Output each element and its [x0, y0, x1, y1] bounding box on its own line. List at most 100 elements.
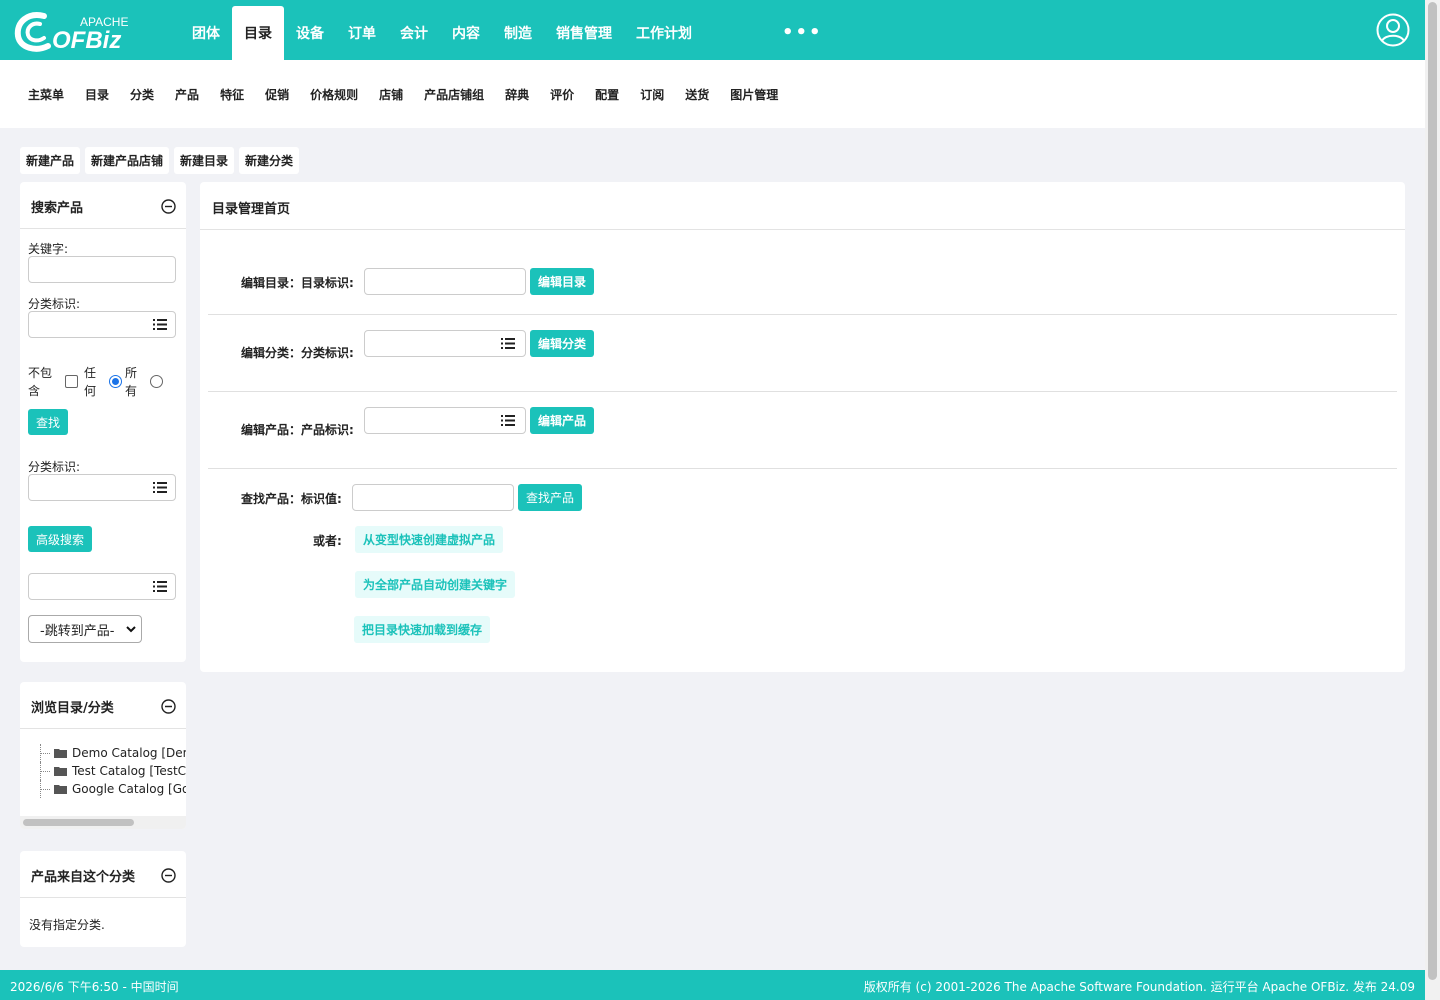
- lookup-list-icon[interactable]: [153, 580, 167, 593]
- jump-to-product-select[interactable]: -跳转到产品-: [28, 615, 142, 643]
- sub-nav-item[interactable]: 目录: [85, 86, 109, 103]
- all-radio[interactable]: [150, 375, 163, 388]
- more-menu-icon[interactable]: •••: [782, 22, 823, 43]
- find-product-button[interactable]: 查找产品: [518, 484, 583, 511]
- category-label: 分类标识:: [28, 297, 81, 311]
- scrollbar-thumb[interactable]: [23, 819, 134, 826]
- collapse-icon[interactable]: [161, 199, 176, 214]
- action-button[interactable]: 新建分类: [239, 147, 300, 174]
- or-label: 或者:: [313, 534, 342, 548]
- edit-product-button[interactable]: 编辑产品: [530, 407, 595, 434]
- scrollbar-thumb[interactable]: [1428, 2, 1437, 980]
- panel-title: 产品来自这个分类: [31, 870, 136, 885]
- tree-item-label[interactable]: Test Catalog [TestCatalog]: [72, 764, 186, 778]
- find-button[interactable]: 查找: [28, 409, 69, 435]
- sub-nav-item[interactable]: 促销: [265, 86, 289, 103]
- tree-connector: [26, 762, 54, 780]
- sub-nav-item[interactable]: 主菜单: [28, 86, 64, 103]
- nav-item[interactable]: 内容: [440, 6, 492, 60]
- action-button[interactable]: 新建目录: [174, 147, 235, 174]
- nav-item[interactable]: 工作计划: [624, 6, 704, 60]
- horizontal-scrollbar[interactable]: [20, 816, 186, 829]
- folder-icon: [54, 767, 67, 776]
- nav-item[interactable]: 订单: [336, 6, 388, 60]
- user-avatar-icon[interactable]: [1376, 13, 1410, 47]
- category-label-2: 分类标识:: [28, 460, 81, 474]
- quick-create-virtual-link[interactable]: 从变型快速创建虚拟产品: [355, 526, 504, 553]
- edit-category-button[interactable]: 编辑分类: [530, 330, 595, 357]
- search-products-panel: 搜索产品 关键字: 分类标识: 不包含 任何 所有 查找 分类标识: 高级搜索 …: [20, 182, 186, 662]
- action-button[interactable]: 新建产品: [20, 147, 81, 174]
- select-value: -跳转到产品-: [40, 623, 115, 639]
- divider: [208, 468, 1397, 469]
- tree-item[interactable]: Google Catalog [GoogleCatalog]: [26, 780, 186, 798]
- tree-item-label[interactable]: Google Catalog [GoogleCatalog]: [72, 782, 186, 796]
- catalog-main-panel: 目录管理首页 编辑目录：目录标识: 编辑目录 编辑分类：分类标识: 编辑分类 编…: [200, 182, 1405, 672]
- main-header: 目录管理首页: [200, 182, 1405, 230]
- nav-item[interactable]: 团体: [180, 6, 232, 60]
- nav-item[interactable]: 设备: [284, 6, 336, 60]
- category-id-input[interactable]: [364, 330, 526, 357]
- fast-load-cache-link[interactable]: 把目录快速加载到缓存: [354, 616, 491, 643]
- sub-nav-item[interactable]: 特征: [220, 86, 244, 103]
- any-radio[interactable]: [109, 375, 122, 388]
- sub-nav-item[interactable]: 产品: [175, 86, 199, 103]
- action-button[interactable]: 新建产品店铺: [85, 147, 170, 174]
- collapse-icon[interactable]: [161, 868, 176, 883]
- chevron-down-icon: [126, 626, 136, 633]
- panel-header: 搜索产品: [20, 182, 186, 229]
- category-id-input-2[interactable]: [28, 474, 176, 501]
- catalog-id-input[interactable]: [364, 268, 526, 295]
- panel-title: 搜索产品: [31, 201, 84, 216]
- folder-icon: [54, 749, 67, 758]
- panel-title: 浏览目录/分类: [31, 701, 114, 716]
- advanced-search-button[interactable]: 高级搜索: [28, 526, 93, 552]
- divider: [208, 314, 1397, 315]
- sub-nav-item[interactable]: 图片管理: [730, 86, 778, 103]
- nav-item[interactable]: 目录: [232, 6, 284, 60]
- tree-item[interactable]: Demo Catalog [DemoCatalog]: [26, 744, 186, 762]
- collapse-icon[interactable]: [161, 699, 176, 714]
- sub-nav-item[interactable]: 店铺: [379, 86, 403, 103]
- panel-header: 产品来自这个分类: [20, 851, 186, 898]
- divider: [208, 391, 1397, 392]
- edit-category-label: 编辑分类：分类标识:: [241, 346, 354, 360]
- id-value-input[interactable]: [352, 484, 514, 511]
- sub-nav-item[interactable]: 订阅: [640, 86, 664, 103]
- sub-nav-item[interactable]: 送货: [685, 86, 709, 103]
- auto-create-keywords-link[interactable]: 为全部产品自动创建关键字: [355, 571, 516, 598]
- sub-nav-item[interactable]: 辞典: [505, 86, 529, 103]
- footer: 2026/6/6 下午6:50 - 中国时间 版权所有 (c) 2001-202…: [0, 970, 1425, 1000]
- category-id-input[interactable]: [28, 311, 176, 338]
- sub-nav-item[interactable]: 评价: [550, 86, 574, 103]
- lookup-list-icon[interactable]: [501, 414, 515, 427]
- vertical-scrollbar[interactable]: [1425, 0, 1440, 1000]
- nav-item[interactable]: 会计: [388, 6, 440, 60]
- sub-nav-item[interactable]: 产品店铺组: [424, 86, 484, 103]
- tree-item-label[interactable]: Demo Catalog [DemoCatalog]: [72, 746, 186, 760]
- product-lookup-input[interactable]: [28, 573, 176, 600]
- tree-connector: [26, 744, 54, 762]
- exclude-checkbox[interactable]: [65, 375, 78, 388]
- sub-nav-item[interactable]: 分类: [130, 86, 154, 103]
- footer-copyright: 版权所有 (c) 2001-2026 The Apache Software F…: [863, 980, 1415, 994]
- lookup-list-icon[interactable]: [501, 337, 515, 350]
- nav-item[interactable]: 销售管理: [544, 6, 624, 60]
- ofbiz-logo[interactable]: APACHE OFBiz: [14, 8, 139, 54]
- lookup-list-icon[interactable]: [153, 481, 167, 494]
- keyword-input[interactable]: [28, 256, 176, 283]
- empty-text: 没有指定分类.: [29, 918, 105, 932]
- edit-catalog-button[interactable]: 编辑目录: [530, 268, 595, 295]
- product-id-input[interactable]: [364, 407, 526, 434]
- exclude-label: 不包含: [28, 366, 53, 398]
- page-title: 目录管理首页: [212, 202, 291, 217]
- folder-icon: [54, 785, 67, 794]
- nav-item[interactable]: 制造: [492, 6, 544, 60]
- tree-item[interactable]: Test Catalog [TestCatalog]: [26, 762, 186, 780]
- find-product-label: 查找产品：标识值:: [241, 492, 342, 506]
- sub-nav: 主菜单 目录 分类 产品 特征 促销 价格规则 店铺 产品店铺组 辞典 评价 配置 订阅 送货 图片管理: [28, 86, 799, 103]
- sub-nav-item[interactable]: 配置: [595, 86, 619, 103]
- sub-nav-item[interactable]: 价格规则: [310, 86, 358, 103]
- browse-catalogs-panel: 浏览目录/分类 Demo Catalog [DemoCatalog] Test C…: [20, 682, 186, 829]
- lookup-list-icon[interactable]: [153, 318, 167, 331]
